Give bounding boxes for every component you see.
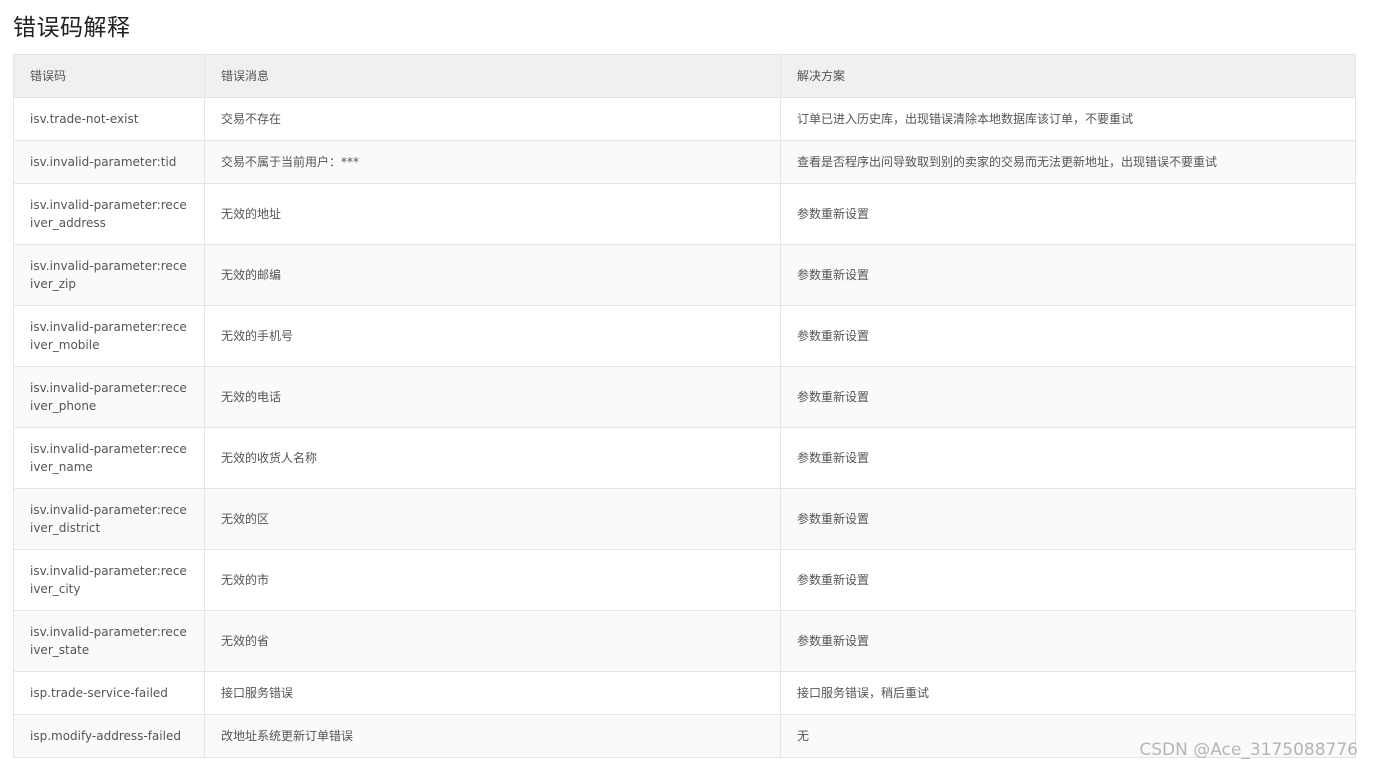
solution-cell: 参数重新设置: [780, 549, 1356, 611]
solution-cell: 参数重新设置: [780, 183, 1356, 245]
solution-cell: 接口服务错误，稍后重试: [780, 671, 1356, 715]
error-code-cell: isv.invalid-parameter:receiver_state: [13, 610, 205, 672]
table-row: isp.trade-service-failed 接口服务错误 接口服务错误，稍…: [13, 671, 1356, 715]
error-message-cell: 无效的市: [204, 549, 781, 611]
table-row: isv.invalid-parameter:receiver_address 无…: [13, 183, 1356, 245]
solution-cell: 参数重新设置: [780, 488, 1356, 550]
table-row: isv.invalid-parameter:receiver_phone 无效的…: [13, 366, 1356, 428]
error-code-cell: isv.invalid-parameter:receiver_district: [13, 488, 205, 550]
table-row: isv.invalid-parameter:receiver_state 无效的…: [13, 610, 1356, 672]
solution-cell: 参数重新设置: [780, 610, 1356, 672]
error-code-cell: isv.invalid-parameter:receiver_mobile: [13, 305, 205, 367]
error-message-cell: 无效的邮编: [204, 244, 781, 306]
error-message-cell: 无效的地址: [204, 183, 781, 245]
solution-cell: 参数重新设置: [780, 244, 1356, 306]
solution-cell: 订单已进入历史库，出现错误清除本地数据库该订单，不要重试: [780, 97, 1356, 141]
error-code-cell: isv.invalid-parameter:receiver_name: [13, 427, 205, 489]
table-row: isv.trade-not-exist 交易不存在 订单已进入历史库，出现错误清…: [13, 97, 1356, 141]
solution-cell: 参数重新设置: [780, 305, 1356, 367]
error-code-cell: isv.invalid-parameter:tid: [13, 140, 205, 184]
table-row: isv.invalid-parameter:receiver_name 无效的收…: [13, 427, 1356, 489]
solution-cell: 参数重新设置: [780, 427, 1356, 489]
solution-cell: 查看是否程序出问导致取到别的卖家的交易而无法更新地址，出现错误不要重试: [780, 140, 1356, 184]
error-message-cell: 无效的电话: [204, 366, 781, 428]
table-row: isv.invalid-parameter:receiver_zip 无效的邮编…: [13, 244, 1356, 306]
error-code-cell: isp.trade-service-failed: [13, 671, 205, 715]
error-code-cell: isv.invalid-parameter:receiver_address: [13, 183, 205, 245]
table-row: isv.invalid-parameter:receiver_district …: [13, 488, 1356, 550]
page-title: 错误码解释: [13, 15, 131, 41]
error-message-cell: 交易不存在: [204, 97, 781, 141]
error-message-cell: 改地址系统更新订单错误: [204, 714, 781, 758]
error-code-cell: isv.invalid-parameter:receiver_zip: [13, 244, 205, 306]
table-row: isv.invalid-parameter:tid 交易不属于当前用户：*** …: [13, 140, 1356, 184]
error-code-cell: isv.invalid-parameter:receiver_city: [13, 549, 205, 611]
error-message-cell: 无效的收货人名称: [204, 427, 781, 489]
solution-cell: 参数重新设置: [780, 366, 1356, 428]
error-code-cell: isp.modify-address-failed: [13, 714, 205, 758]
error-message-cell: 接口服务错误: [204, 671, 781, 715]
header-error-message: 错误消息: [204, 54, 781, 98]
table-row: isv.invalid-parameter:receiver_city 无效的市…: [13, 549, 1356, 611]
error-message-cell: 交易不属于当前用户：***: [204, 140, 781, 184]
error-message-cell: 无效的区: [204, 488, 781, 550]
table-row: isv.invalid-parameter:receiver_mobile 无效…: [13, 305, 1356, 367]
error-code-table: 错误码 错误消息 解决方案 isv.trade-not-exist 交易不存在 …: [13, 54, 1356, 758]
header-error-code: 错误码: [13, 54, 205, 98]
table-header-row: 错误码 错误消息 解决方案: [13, 54, 1356, 98]
header-solution: 解决方案: [780, 54, 1356, 98]
csdn-watermark: CSDN @Ace_3175088776: [1139, 740, 1358, 760]
error-message-cell: 无效的手机号: [204, 305, 781, 367]
error-code-cell: isv.invalid-parameter:receiver_phone: [13, 366, 205, 428]
error-message-cell: 无效的省: [204, 610, 781, 672]
error-code-cell: isv.trade-not-exist: [13, 97, 205, 141]
